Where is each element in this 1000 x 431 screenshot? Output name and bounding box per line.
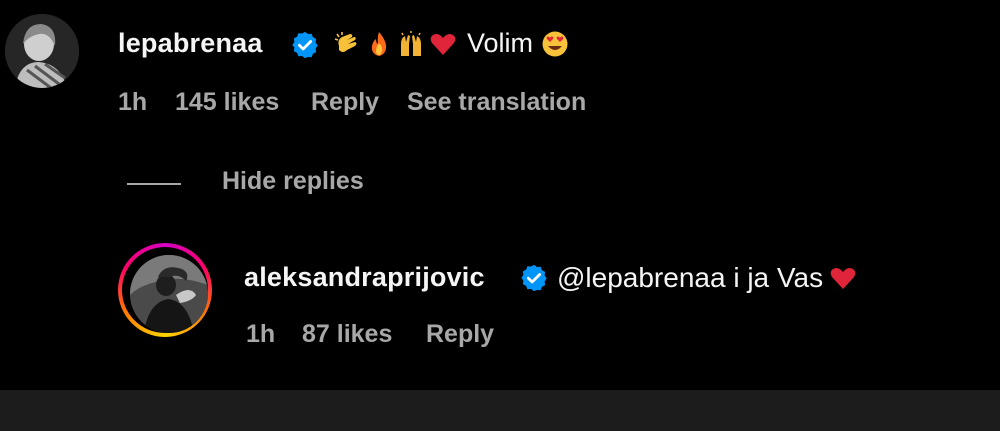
comment-meta: 1h 145 likes Reply See translation	[118, 88, 586, 117]
reply-avatar-story-ring[interactable]	[118, 243, 212, 337]
red-heart-icon	[430, 33, 456, 55]
reply-text: @lepabrenaa i ja Vas	[557, 262, 824, 293]
reply-likes[interactable]: 87 likes	[302, 320, 426, 349]
clapping-hands-icon	[334, 31, 357, 52]
bottom-bar	[0, 390, 1000, 431]
replies-divider	[127, 183, 181, 185]
reply-username[interactable]: aleksandraprijovic	[244, 262, 485, 293]
verified-badge-icon	[521, 264, 547, 292]
reply-timestamp: 1h	[246, 320, 276, 348]
fire-icon	[371, 31, 387, 56]
see-translation-button[interactable]: See translation	[407, 88, 586, 117]
commenter-username[interactable]: lepabrenaa	[118, 28, 263, 59]
raising-hands-icon	[401, 30, 421, 56]
verified-badge-icon	[292, 31, 318, 59]
red-heart-icon	[830, 268, 856, 289]
reply-meta: 1h 87 likes Reply	[246, 320, 494, 349]
comment-body: Volim	[333, 28, 569, 59]
reply-body: @lepabrenaa i ja Vas	[557, 262, 857, 294]
hide-replies-button[interactable]: Hide replies	[222, 167, 364, 196]
comment-likes[interactable]: 145 likes	[175, 88, 311, 117]
commenter-avatar[interactable]	[5, 14, 79, 88]
comment-reply-button[interactable]: Reply	[311, 88, 407, 117]
reply-avatar[interactable]	[130, 255, 208, 333]
heart-eyes-face-icon	[542, 31, 568, 56]
comment-timestamp: 1h	[118, 88, 148, 116]
reply-reply-button[interactable]: Reply	[426, 320, 494, 349]
comment-text: Volim	[467, 28, 534, 58]
